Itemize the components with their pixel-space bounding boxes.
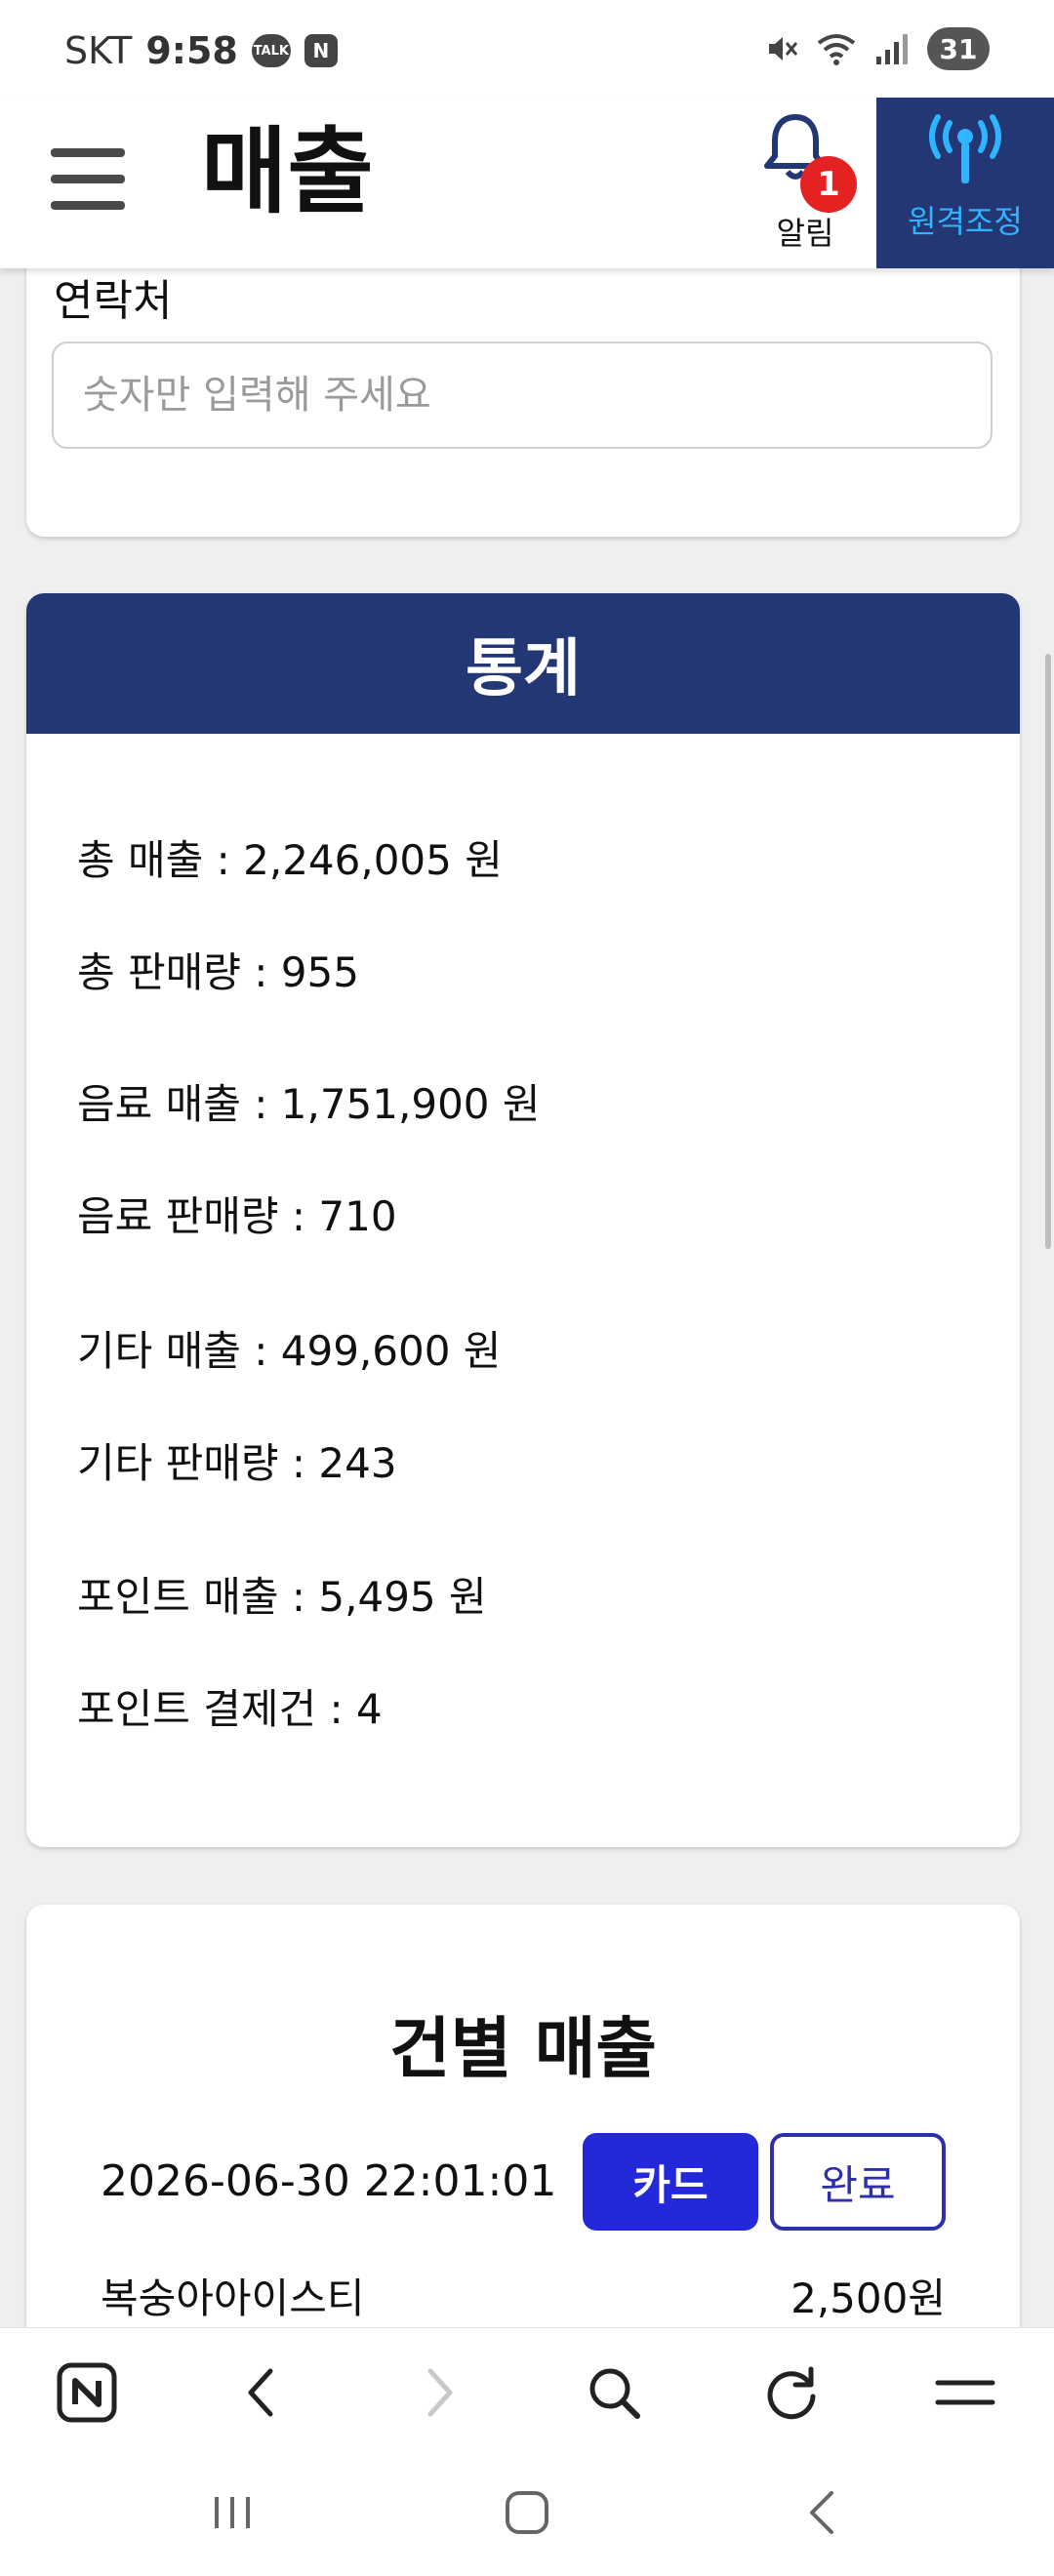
app-header: 매출 1 알림 원격조정 <box>0 98 1054 268</box>
transaction-item-price: 2,500원 <box>790 2274 946 2322</box>
search-icon <box>589 2368 640 2419</box>
remote-control-label: 원격조정 <box>908 203 1023 240</box>
naver-notification-icon: N <box>304 34 338 67</box>
chevron-right-icon <box>427 2368 453 2417</box>
menu-icon[interactable] <box>51 148 125 211</box>
drink-quantity: 음료 판매량 : 710 <box>77 1192 397 1240</box>
search-button[interactable] <box>570 2354 658 2432</box>
status-complete-button[interactable]: 완료 <box>770 2133 946 2231</box>
wifi-icon <box>817 34 856 65</box>
home-icon <box>506 2491 548 2534</box>
notification-button[interactable]: 1 알림 <box>742 111 869 258</box>
naver-n-icon <box>57 2362 117 2423</box>
browser-menu-button[interactable] <box>921 2354 1009 2432</box>
total-quantity: 총 판매량 : 955 <box>77 948 359 996</box>
status-bar: SKT 9:58 TALK N 31 <box>0 0 1054 98</box>
clock: 9:58 <box>145 29 238 72</box>
stats-title: 통계 <box>26 593 1020 734</box>
status-left: SKT 9:58 TALK N <box>64 29 338 72</box>
payment-method-card-button[interactable]: 카드 <box>583 2133 758 2231</box>
page-scrollbar[interactable] <box>1045 654 1051 1249</box>
refresh-button[interactable] <box>748 2354 835 2432</box>
browser-toolbar <box>0 2327 1054 2455</box>
home-button[interactable] <box>478 2483 576 2542</box>
mute-icon <box>769 37 798 60</box>
system-nav-bar <box>0 2454 1054 2576</box>
refresh-icon <box>767 2366 816 2420</box>
point-sales: 포인트 매출 : 5,495 원 <box>77 1573 487 1621</box>
contact-label: 연락처 <box>54 276 173 326</box>
recent-apps-icon <box>215 2497 250 2528</box>
status-right: 31 <box>763 27 990 70</box>
page-title: 매출 <box>201 117 374 226</box>
naver-home-button[interactable] <box>43 2354 131 2432</box>
transaction-sales-card: 건별 매출 2026-06-30 22:01:01 카드 완료 복숭아아이스티 … <box>26 1905 1020 2393</box>
transaction-sales-title: 건별 매출 <box>389 2011 657 2088</box>
stats-card: 통계 총 매출 : 2,246,005 원 총 판매량 : 955 음료 매출 … <box>26 593 1020 1847</box>
signal-icon <box>876 34 908 64</box>
forward-button[interactable] <box>396 2354 484 2432</box>
kakaotalk-icon: TALK <box>251 34 291 67</box>
battery-indicator: 31 <box>927 27 990 70</box>
other-quantity: 기타 판매량 : 243 <box>77 1439 397 1487</box>
menu-lines-icon <box>935 2380 995 2405</box>
recent-apps-button[interactable] <box>183 2483 281 2542</box>
notification-count-badge: 1 <box>800 156 857 213</box>
drink-sales: 음료 매출 : 1,751,900 원 <box>77 1080 541 1128</box>
system-back-button[interactable] <box>773 2483 871 2542</box>
total-sales: 총 매출 : 2,246,005 원 <box>77 836 503 884</box>
remote-control-button[interactable]: 원격조정 <box>876 98 1054 268</box>
notification-label: 알림 <box>776 215 834 252</box>
carrier-label: SKT <box>64 29 133 72</box>
back-button[interactable] <box>217 2354 304 2432</box>
transaction-datetime: 2026-06-30 22:01:01 <box>101 2156 557 2206</box>
chevron-left-icon <box>248 2368 273 2417</box>
point-payment-count: 포인트 결제건 : 4 <box>77 1685 383 1733</box>
antenna-icon <box>929 114 1001 183</box>
contact-input[interactable] <box>52 342 993 449</box>
transaction-item-name: 복숭아아이스티 <box>101 2274 365 2322</box>
other-sales: 기타 매출 : 499,600 원 <box>77 1327 502 1375</box>
back-arrow-icon <box>810 2491 833 2534</box>
